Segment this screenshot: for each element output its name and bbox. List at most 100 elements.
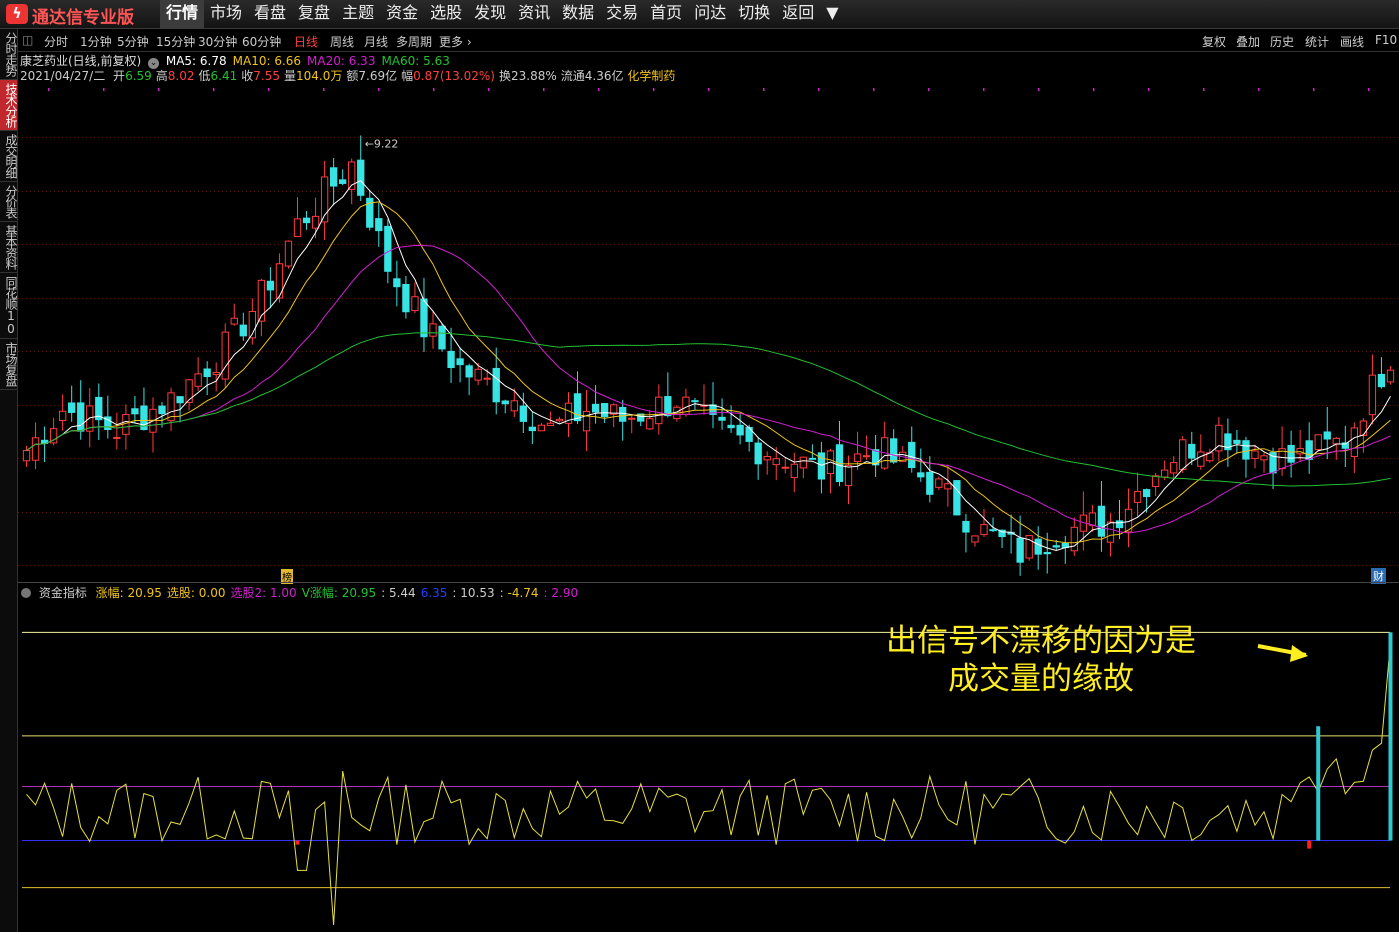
candle <box>320 160 329 241</box>
candle <box>763 451 771 475</box>
left-tab[interactable]: 市场复盘 <box>0 339 18 390</box>
annotation-text: 出信号不漂移的因为是 成交量的缘故 <box>856 622 1226 698</box>
candle <box>257 278 266 337</box>
quote-item: 高8.02 <box>155 69 195 83</box>
candle <box>935 476 943 491</box>
indicator-value: : 10.53 <box>452 586 495 600</box>
quote-item: 低6.41 <box>198 69 238 83</box>
candle <box>339 169 347 186</box>
candle <box>95 383 103 440</box>
left-tab[interactable]: 分时走势 <box>0 29 18 80</box>
chart-tool-button[interactable]: 历史 <box>1270 33 1294 50</box>
chart-tool-button[interactable]: 复权 <box>1202 33 1226 50</box>
menu-item[interactable]: 返回 <box>776 0 820 28</box>
event-marker <box>928 88 930 91</box>
period-tab[interactable]: 日线 <box>294 33 318 50</box>
candle <box>899 446 907 463</box>
main-menu: 行情 市场 看盘 复盘 主题 资金 选股 发现 资讯 数据 交易 首页 问达 切换 返回 ▼ <box>160 0 845 28</box>
candle <box>655 384 663 435</box>
menu-item[interactable]: 首页 <box>644 0 688 28</box>
period-tab[interactable]: 多周期 <box>396 33 432 50</box>
candle <box>908 426 916 473</box>
candle <box>564 392 573 438</box>
event-marker <box>763 88 765 91</box>
candle <box>799 456 808 479</box>
period-tab[interactable]: 30分钟 <box>198 33 237 50</box>
chart-tool-button[interactable]: 叠加 <box>1236 33 1260 50</box>
ma-legend-item: MA60: 5.63 <box>381 54 450 68</box>
menu-item[interactable]: 复盘 <box>292 0 336 28</box>
candlestick-chart[interactable]: ←9.22 ←4.78 <box>18 84 1399 581</box>
ma-legend-item: MA10: 6.66 <box>232 54 302 68</box>
menu-item[interactable]: 行情 <box>160 0 205 28</box>
period-tab[interactable]: 5分钟 <box>117 33 149 50</box>
layout-toggle-icon[interactable]: ◫ <box>22 33 33 47</box>
chart-tool-button[interactable]: F10 <box>1375 33 1397 47</box>
period-tab[interactable]: 更多 › <box>439 33 472 50</box>
period-tab[interactable]: 15分钟 <box>156 33 195 50</box>
candle <box>429 310 437 349</box>
menu-item[interactable]: 交易 <box>600 0 644 28</box>
menu-dropdown-icon[interactable]: ▼ <box>820 0 844 28</box>
candle <box>826 448 835 494</box>
industry-label[interactable]: 化学制药 <box>627 69 675 83</box>
candle <box>456 347 464 383</box>
candle <box>1170 456 1178 478</box>
period-tab[interactable]: 60分钟 <box>242 33 281 50</box>
candle <box>167 387 175 432</box>
candle <box>1070 517 1078 556</box>
candle <box>266 267 275 309</box>
ma-legend: MA5: 6.78 MA10: 6.66 MA20: 6.33 MA60: 5.63 <box>166 54 456 68</box>
left-tab[interactable]: 同花顺10 <box>0 273 18 339</box>
menu-item[interactable]: 资讯 <box>512 0 556 28</box>
candle <box>1251 444 1259 469</box>
event-marker <box>1038 88 1040 91</box>
candle <box>1061 535 1069 564</box>
event-marker <box>708 88 710 91</box>
event-marker <box>48 88 50 91</box>
candle <box>1287 430 1295 478</box>
indicator-values: 涨幅: 20.95 选股: 0.00 选股2: 1.00 V涨幅: 20.95: 5.… <box>91 586 578 600</box>
indicator-header: 资金指标 涨幅: 20.95 选股: 0.00 选股2: 1.00 V涨幅: 20.9… <box>18 584 1399 600</box>
period-tab[interactable]: 周线 <box>330 33 354 50</box>
candle <box>537 422 546 432</box>
candle <box>194 357 202 392</box>
menu-item[interactable]: 市场 <box>204 0 248 28</box>
candle <box>980 509 988 538</box>
menu-item[interactable]: 问达 <box>688 0 732 28</box>
left-vertical-tabs: 分时走势 技术分析 成交明细 分价表 基本资料 同花顺10 市场复盘 <box>0 29 18 932</box>
candle <box>375 202 383 247</box>
menu-item[interactable]: 切换 <box>732 0 776 28</box>
candle <box>528 412 537 445</box>
period-tab[interactable]: 分时 <box>44 33 68 50</box>
period-tab[interactable]: 1分钟 <box>80 33 112 50</box>
candle <box>357 135 365 201</box>
indicator-name[interactable]: 资金指标 <box>39 586 87 600</box>
candle <box>438 323 446 352</box>
menu-item[interactable]: 资金 <box>380 0 424 28</box>
event-marker <box>268 88 270 91</box>
quote-item: 换23.88% <box>498 69 557 83</box>
candle <box>790 452 798 493</box>
menu-item[interactable]: 选股 <box>424 0 468 28</box>
candle <box>890 429 898 464</box>
candle <box>1034 526 1042 570</box>
candle <box>221 323 229 388</box>
candle <box>1233 430 1241 454</box>
left-tab[interactable]: 分价表 <box>0 182 18 222</box>
menu-item[interactable]: 数据 <box>556 0 600 28</box>
candle <box>1269 447 1277 490</box>
left-tab[interactable]: 技术分析 <box>0 80 18 131</box>
menu-item[interactable]: 看盘 <box>248 0 292 28</box>
left-tab[interactable]: 基本资料 <box>0 222 18 273</box>
indicator-settings-icon[interactable] <box>21 588 31 598</box>
chart-tool-button[interactable]: 画线 <box>1340 33 1364 50</box>
chart-tool-button[interactable]: 统计 <box>1305 33 1329 50</box>
ma-legend-item: MA20: 6.33 <box>307 54 376 68</box>
panel-divider[interactable] <box>18 582 1399 583</box>
menu-item[interactable]: 主题 <box>336 0 380 28</box>
period-tab[interactable]: 月线 <box>364 33 388 50</box>
candle <box>619 399 627 441</box>
left-tab[interactable]: 成交明细 <box>0 131 18 182</box>
menu-item[interactable]: 发现 <box>468 0 512 28</box>
